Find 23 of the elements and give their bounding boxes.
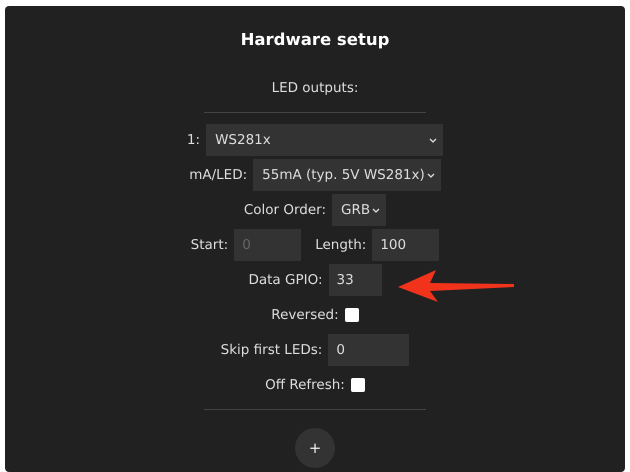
section-label: LED outputs: bbox=[272, 80, 358, 96]
panel-title: Hardware setup bbox=[240, 30, 390, 49]
checkbox[interactable] bbox=[350, 378, 365, 392]
field-label: 1: bbox=[186, 132, 200, 148]
field-label: Length: bbox=[315, 237, 366, 253]
field-label: Skip first LEDs: bbox=[220, 342, 322, 358]
caret-icon bbox=[429, 138, 438, 142]
caret-icon bbox=[426, 172, 435, 178]
dropdown[interactable]: GRB bbox=[332, 194, 386, 226]
input-field[interactable]: 33 bbox=[328, 264, 382, 296]
field-label: mA/LED: bbox=[189, 167, 248, 183]
dropdown[interactable]: 55mA (typ. 5V WS281x) bbox=[253, 159, 441, 191]
input-field[interactable]: 100 bbox=[372, 229, 440, 261]
field-label: Data GPIO: bbox=[248, 272, 323, 288]
field-label: Off Refresh: bbox=[265, 377, 345, 393]
input-field[interactable]: 0 bbox=[328, 334, 410, 366]
caret-icon bbox=[372, 208, 380, 212]
field-label: Reversed: bbox=[271, 307, 339, 323]
field-label: Start: bbox=[190, 237, 228, 253]
checkbox[interactable] bbox=[344, 308, 359, 322]
add-button[interactable]: + bbox=[295, 428, 335, 468]
field-label: Color Order: bbox=[244, 202, 326, 218]
dropdown[interactable]: WS281x bbox=[206, 124, 444, 156]
